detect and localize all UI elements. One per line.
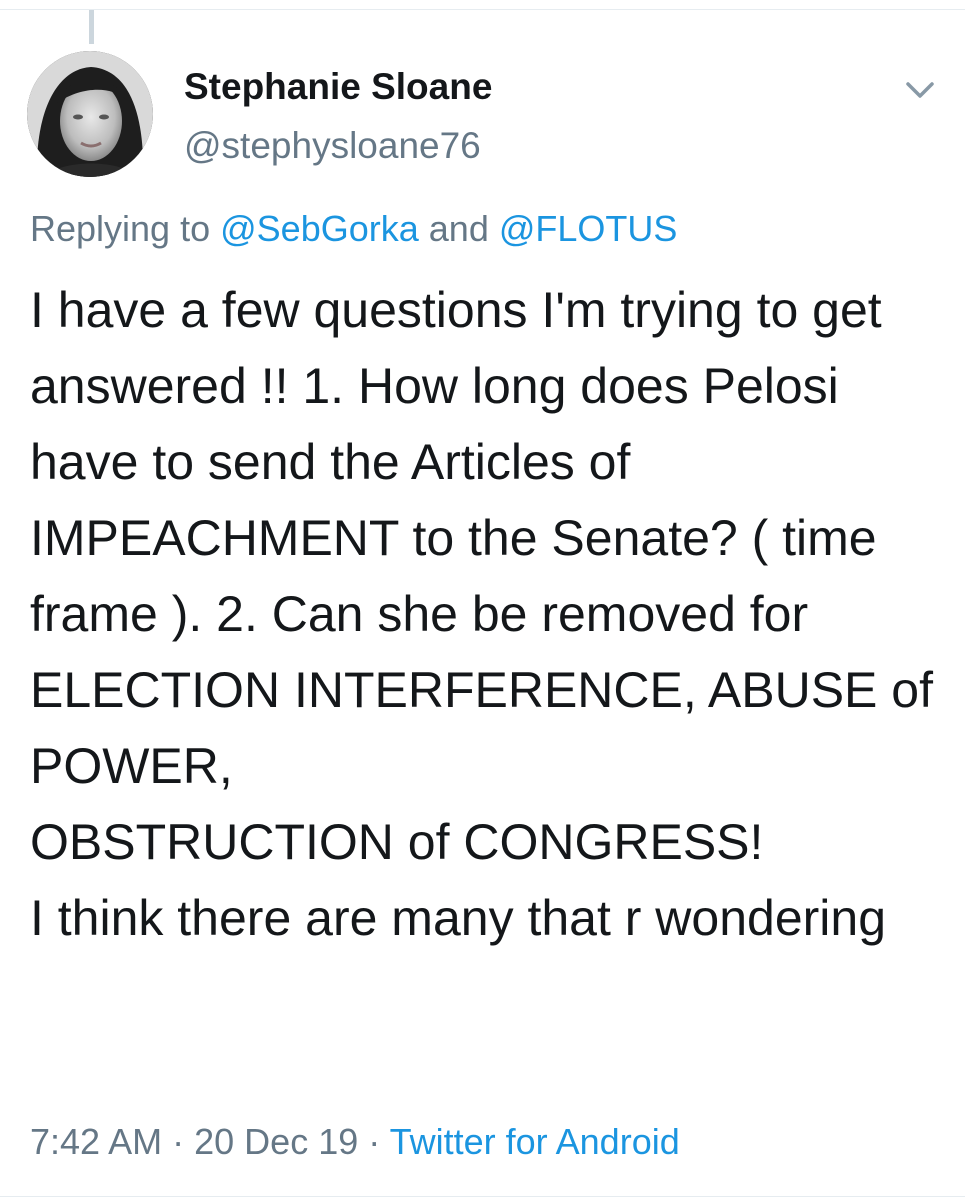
avatar-image <box>27 51 153 177</box>
tweet-metadata: 7:42 AM · 20 Dec 19 · Twitter for Androi… <box>30 1121 680 1163</box>
replying-conjunction: and <box>428 208 489 249</box>
replying-to-line: Replying to @SebGorka and @FLOTUS <box>30 208 677 250</box>
meta-separator: · <box>368 1121 381 1162</box>
avatar[interactable] <box>27 51 153 177</box>
replying-to-label: Replying to <box>30 208 211 249</box>
mention-link[interactable]: @SebGorka <box>220 208 419 249</box>
author-display-name[interactable]: Stephanie Sloane <box>184 66 492 108</box>
tweet-source-link[interactable]: Twitter for Android <box>390 1121 680 1162</box>
mention-link[interactable]: @FLOTUS <box>499 208 678 249</box>
tweet-date: 20 Dec 19 <box>194 1121 359 1162</box>
thread-connector-line <box>89 10 94 44</box>
bottom-divider <box>0 1196 965 1197</box>
tweet-body-text: I have a few questions I'm trying to get… <box>30 282 933 946</box>
meta-separator: · <box>172 1121 185 1162</box>
top-divider <box>0 0 965 10</box>
chevron-down-icon[interactable] <box>896 70 944 110</box>
author-handle[interactable]: @stephysloane76 <box>184 125 481 167</box>
tweet-time: 7:42 AM <box>30 1121 163 1162</box>
